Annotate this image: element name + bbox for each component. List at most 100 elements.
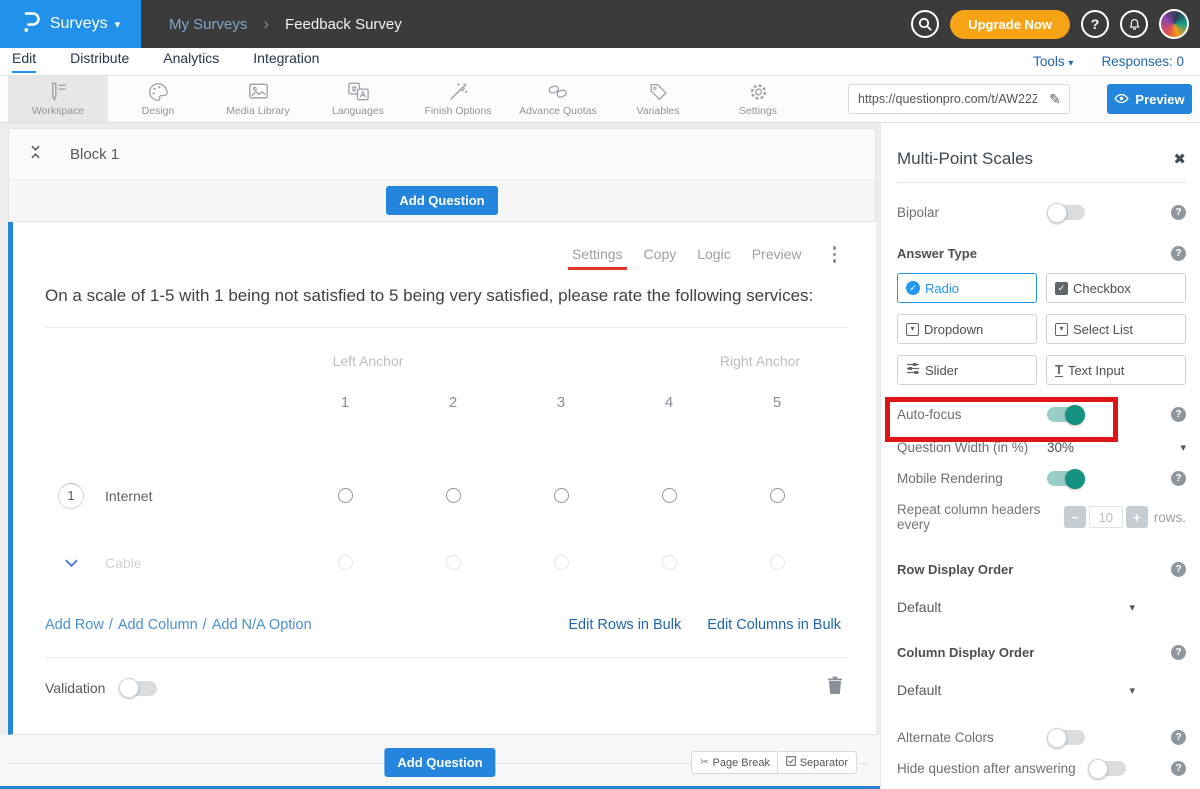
collapse-block-icon[interactable] [29, 143, 42, 166]
tools-menu[interactable]: Tools ▾ [1033, 54, 1073, 69]
question-tab-copy[interactable]: Copy [644, 246, 677, 262]
tab-analytics[interactable]: Analytics [163, 50, 219, 73]
column-header[interactable]: 2 [399, 394, 507, 411]
radio-option[interactable] [662, 488, 677, 503]
auto-focus-toggle[interactable] [1047, 407, 1085, 422]
validation-toggle[interactable] [119, 681, 157, 696]
radio-option[interactable] [662, 555, 677, 570]
radio-option[interactable] [770, 488, 785, 503]
question-width-value[interactable]: 30% [1047, 440, 1074, 455]
radio-option[interactable] [554, 555, 569, 570]
add-na-option-link[interactable]: Add N/A Option [212, 617, 312, 633]
radio-option[interactable] [554, 488, 569, 503]
matrix-row-internet: 1 Internet [13, 483, 876, 509]
toolbar-item-advance-quotas[interactable]: Advance Quotas [508, 76, 608, 122]
breadcrumb-my-surveys[interactable]: My Surveys [169, 16, 247, 33]
more-options-icon[interactable] [831, 244, 839, 265]
preview-button[interactable]: Preview [1107, 84, 1192, 114]
tab-integration[interactable]: Integration [253, 50, 319, 73]
radio-option[interactable] [338, 555, 353, 570]
help-icon[interactable]: ? [1171, 205, 1186, 220]
radio-option[interactable] [770, 555, 785, 570]
survey-url-input[interactable] [849, 92, 1041, 106]
delete-question-trash-icon[interactable] [827, 676, 843, 700]
question-card: Settings Copy Logic Preview On a scale o… [8, 222, 876, 735]
row-label[interactable]: Cable [105, 555, 142, 571]
edit-url-pencil-icon[interactable]: ✎ [1041, 91, 1069, 108]
radio-option[interactable] [338, 488, 353, 503]
mobile-rendering-toggle[interactable] [1047, 471, 1085, 486]
tab-edit[interactable]: Edit [12, 50, 36, 73]
answer-type-slider[interactable]: Slider [897, 355, 1037, 385]
add-question-button-top[interactable]: Add Question [386, 186, 497, 215]
repeat-headers-setting: Repeat column headers every − + rows. [897, 502, 1186, 532]
help-icon[interactable]: ? [1171, 645, 1186, 660]
answer-type-dropdown[interactable]: ▾ Dropdown [897, 314, 1037, 344]
toolbar-item-design[interactable]: Design [108, 76, 208, 122]
question-tab-preview[interactable]: Preview [752, 246, 802, 262]
survey-content: Block 1 Add Question Settings Copy Logic… [0, 123, 880, 789]
add-question-button-bottom[interactable]: Add Question [384, 748, 495, 777]
toolbar-item-finish-options[interactable]: Finish Options [408, 76, 508, 122]
page-break-button[interactable]: ✂ Page Break [691, 751, 779, 774]
close-panel-icon[interactable]: ✖ [1173, 150, 1186, 168]
separator-button[interactable]: Separator [777, 751, 857, 774]
help-icon[interactable]: ? [1171, 730, 1186, 745]
question-tab-logic[interactable]: Logic [697, 246, 730, 262]
repeat-headers-input[interactable] [1089, 506, 1123, 528]
tab-distribute[interactable]: Distribute [70, 50, 129, 73]
row-label[interactable]: Internet [105, 488, 152, 504]
help-icon[interactable]: ? [1171, 246, 1186, 261]
decrement-button[interactable]: − [1064, 506, 1086, 528]
row-head: Cable [13, 555, 291, 571]
answer-type-text-input[interactable]: T Text Input [1046, 355, 1186, 385]
column-header[interactable]: 4 [615, 394, 723, 411]
toolbar-item-variables[interactable]: Variables [608, 76, 708, 122]
product-switcher[interactable]: Surveys ▾ [0, 0, 141, 48]
column-header[interactable]: 3 [507, 394, 615, 411]
bipolar-toggle[interactable] [1047, 205, 1085, 220]
answer-type-radio[interactable]: ✓ Radio [897, 273, 1037, 303]
question-divider [45, 327, 848, 328]
help-icon[interactable]: ? [1171, 407, 1186, 422]
question-tab-settings[interactable]: Settings [572, 246, 623, 262]
add-column-link[interactable]: Add Column [118, 617, 198, 633]
toolbar-item-settings[interactable]: Settings [708, 76, 808, 122]
upgrade-now-button[interactable]: Upgrade Now [950, 10, 1070, 39]
block-title[interactable]: Block 1 [70, 146, 119, 163]
radio-option[interactable] [446, 488, 461, 503]
toolbar-item-languages[interactable]: Languages [308, 76, 408, 122]
user-avatar[interactable] [1159, 9, 1189, 39]
caret-down-icon[interactable]: ▾ [1180, 441, 1186, 454]
help-icon[interactable]: ? [1171, 761, 1186, 776]
help-icon[interactable]: ? [1171, 562, 1186, 577]
validation-row: Validation [13, 658, 876, 719]
question-text[interactable]: On a scale of 1-5 with 1 being not satis… [45, 283, 816, 309]
notifications-bell-icon[interactable] [1120, 10, 1148, 38]
radio-option[interactable] [446, 555, 461, 570]
responses-count[interactable]: Responses: 0 [1101, 54, 1184, 69]
row-display-order-select[interactable]: Default ▾ [897, 599, 1135, 615]
edit-columns-in-bulk-link[interactable]: Edit Columns in Bulk [707, 617, 841, 633]
help-icon[interactable]: ? [1081, 10, 1109, 38]
increment-button[interactable]: + [1126, 506, 1148, 528]
add-row-link[interactable]: Add Row [45, 617, 104, 633]
right-anchor-label[interactable]: Right Anchor [675, 353, 845, 369]
answer-type-select-list[interactable]: ▾ Select List [1046, 314, 1186, 344]
column-header[interactable]: 5 [723, 394, 831, 411]
toolbar-item-media-library[interactable]: Media Library [208, 76, 308, 122]
left-anchor-label[interactable]: Left Anchor [283, 353, 453, 369]
search-icon[interactable] [911, 10, 939, 38]
column-display-order-select[interactable]: Default ▾ [897, 682, 1135, 698]
column-header[interactable]: 1 [291, 394, 399, 411]
toolbar-item-workspace[interactable]: Workspace [8, 76, 108, 122]
alternate-colors-toggle[interactable] [1047, 730, 1085, 745]
survey-share-url-box: ✎ [848, 84, 1070, 114]
chevron-down-icon[interactable] [58, 558, 84, 568]
help-icon[interactable]: ? [1171, 471, 1186, 486]
block-footer: Add Question ✂ Page Break Separator [0, 735, 880, 786]
separator-label: Separator [800, 757, 848, 769]
edit-rows-in-bulk-link[interactable]: Edit Rows in Bulk [568, 617, 681, 633]
hide-question-toggle[interactable] [1088, 761, 1126, 776]
answer-type-checkbox[interactable]: ✓ Checkbox [1046, 273, 1186, 303]
